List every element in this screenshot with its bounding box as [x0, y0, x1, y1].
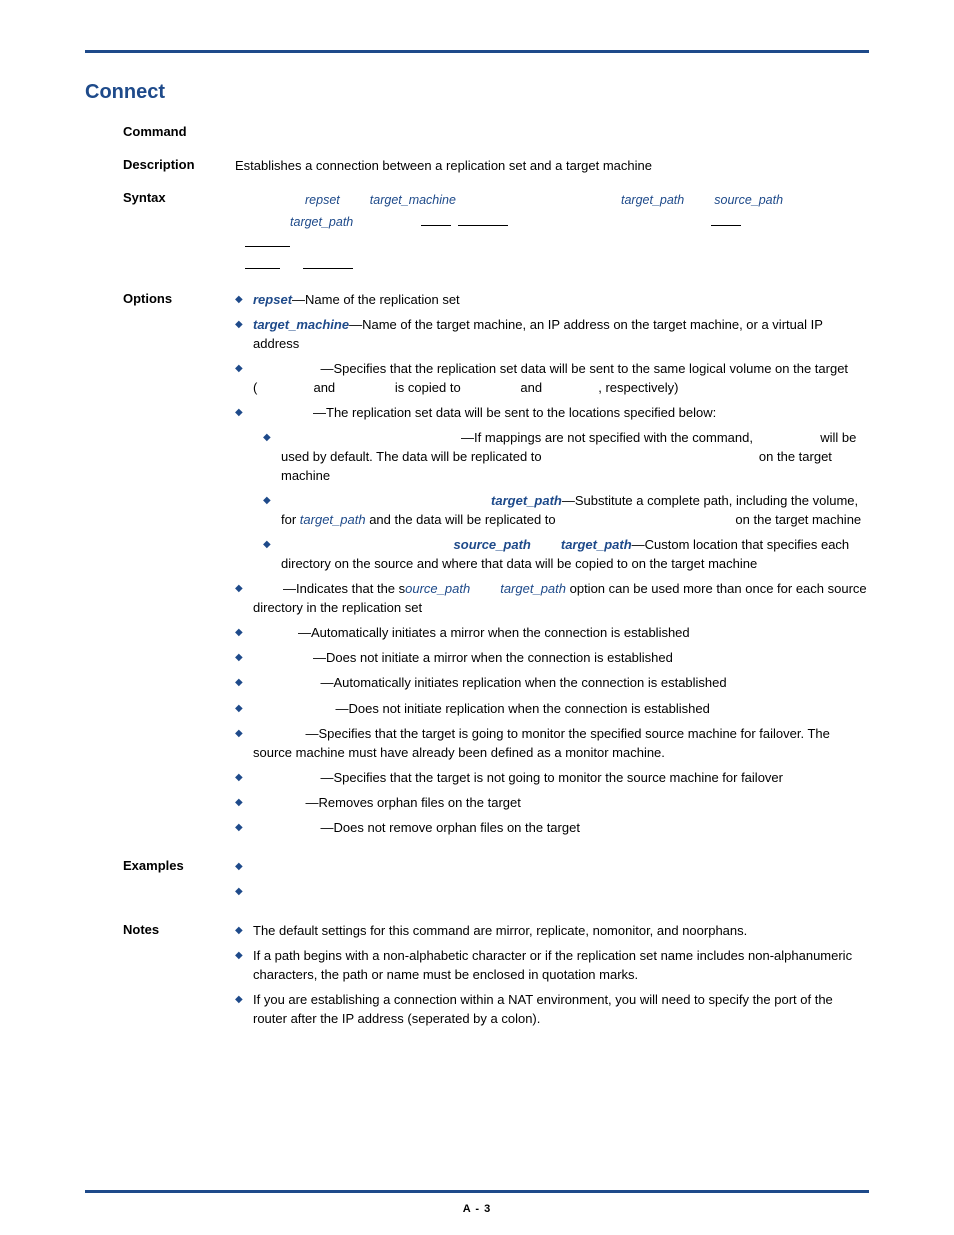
page-number: A - 3 — [463, 1203, 491, 1215]
opt-nomirror: NOMIRROR—Does not initiate a mirror when… — [235, 649, 869, 668]
opt-target-machine: target_machine—Name of the target machin… — [235, 316, 869, 354]
example-1: connect DataFiles to Omega map exact — [235, 858, 869, 877]
note-1: The default settings for this command ar… — [235, 922, 869, 941]
note-3: If you are establishing a connection wit… — [235, 991, 869, 1029]
value-command: CONNECT — [235, 124, 869, 143]
opt-orphans: ORPHANS—Removes orphan files on the targ… — [235, 794, 869, 813]
syntax-line3: ] [] — [245, 256, 869, 277]
options-content: repset—Name of the replication set targe… — [235, 291, 869, 844]
row-description: Description Establishes a connection bet… — [85, 157, 869, 176]
label-command: Command — [85, 124, 235, 139]
label-description: Description — [85, 157, 235, 172]
syntax-line1: CONNECT repset TO target_machine MAP EXA… — [245, 190, 869, 212]
row-syntax: Syntax CONNECT repset TO target_machine … — [85, 190, 869, 277]
top-rule — [85, 50, 869, 53]
label-syntax: Syntax — [85, 190, 235, 205]
row-command: Command CONNECT — [85, 124, 869, 143]
opt-ellipsis: ,...—Indicates that the source_path TO t… — [235, 580, 869, 618]
row-examples: Examples connect DataFiles to Omega map … — [85, 858, 869, 908]
value-description: Establishes a connection between a repli… — [235, 157, 869, 176]
opt-map-exact: MAP EXACT—Specifies that the replication… — [235, 360, 869, 398]
page-footer: A - 3 — [85, 1190, 869, 1215]
row-options: Options repset—Name of the replication s… — [85, 291, 869, 844]
note-2: If a path begins with a non-alphabetic c… — [235, 947, 869, 985]
opt-map-base-target: MAP BASE /source_volume/ TO target_path—… — [263, 492, 869, 530]
example-2: connect "User Data" to Omega map base d:… — [235, 883, 869, 902]
opt-map-base-default: MAP BASE /source_volume/—If mappings are… — [263, 429, 869, 486]
opt-replicate: REPLICATE—Automatically initiates replic… — [235, 674, 869, 693]
syntax-line2: | MAP target_path [,...] [|] [REPLICATE|… — [245, 212, 869, 256]
opt-repset: repset—Name of the replication set — [235, 291, 869, 310]
opt-noreplicate: NOREPLICATE—Does not initiate replicatio… — [235, 700, 869, 719]
notes-content: The default settings for this command ar… — [235, 922, 869, 1034]
label-notes: Notes — [85, 922, 235, 937]
syntax-block: CONNECT repset TO target_machine MAP EXA… — [235, 190, 869, 277]
page-title: Connect — [85, 81, 869, 104]
label-examples: Examples — [85, 858, 235, 873]
opt-noorphans: NOORPHANS—Does not remove orphan files o… — [235, 819, 869, 838]
opt-monitor: MONITOR—Specifies that the target is goi… — [235, 725, 869, 763]
examples-content: connect DataFiles to Omega map exact con… — [235, 858, 869, 908]
document-page: Connect Command CONNECT Description Esta… — [0, 0, 954, 1235]
opt-map-custom: MAP /source_volume/ TO source_path TO ta… — [263, 536, 869, 574]
label-options: Options — [85, 291, 235, 306]
opt-map-base: MAP BASE—The replication set data will b… — [235, 404, 869, 574]
opt-mirror: MIRROR—Automatically initiates a mirror … — [235, 624, 869, 643]
row-notes: Notes The default settings for this comm… — [85, 922, 869, 1034]
opt-nomonitor: NOMONITOR—Specifies that the target is n… — [235, 769, 869, 788]
